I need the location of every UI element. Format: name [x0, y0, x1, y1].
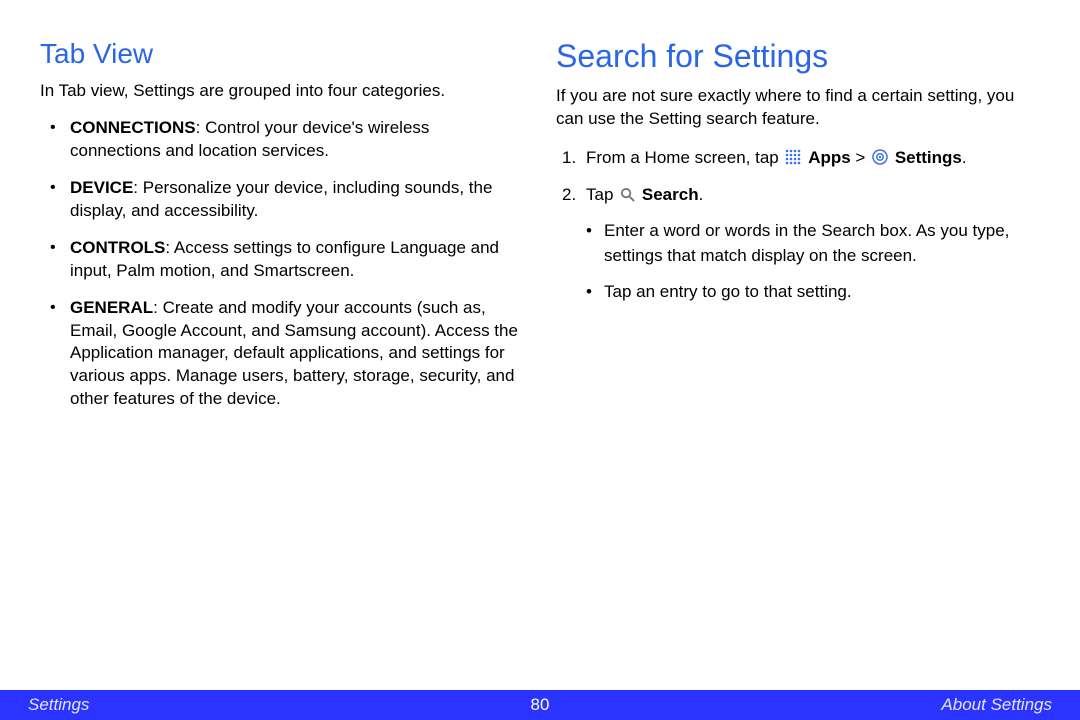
- steps-list: From a Home screen, tap Apps > Settings.…: [556, 145, 1040, 305]
- search-settings-intro: If you are not sure exactly where to fin…: [556, 85, 1040, 131]
- search-settings-heading: Search for Settings: [556, 38, 1040, 75]
- list-item: CONNECTIONS: Control your device's wirel…: [58, 117, 524, 163]
- step-text: .: [962, 148, 967, 167]
- left-column: Tab View In Tab view, Settings are group…: [40, 38, 524, 720]
- tab-view-heading: Tab View: [40, 38, 524, 70]
- settings-label: Settings: [895, 148, 962, 167]
- page-footer: Settings 80 About Settings: [0, 690, 1080, 720]
- category-label: CONNECTIONS: [70, 118, 196, 137]
- list-item: CONTROLS: Access settings to configure L…: [58, 237, 524, 283]
- footer-right: About Settings: [941, 695, 1052, 715]
- categories-list: CONNECTIONS: Control your device's wirel…: [40, 117, 524, 411]
- page-number: 80: [531, 695, 550, 715]
- search-label: Search: [642, 185, 699, 204]
- step-text: From a Home screen, tap: [586, 148, 783, 167]
- category-label: GENERAL: [70, 298, 153, 317]
- step-1: From a Home screen, tap Apps > Settings.: [574, 145, 1040, 173]
- search-icon: [620, 184, 635, 210]
- step-2: Tap Search. Enter a word or words in the…: [574, 182, 1040, 304]
- settings-gear-icon: [872, 147, 888, 173]
- right-column: Search for Settings If you are not sure …: [556, 38, 1040, 720]
- category-label: CONTROLS: [70, 238, 165, 257]
- list-item: GENERAL: Create and modify your accounts…: [58, 297, 524, 412]
- substeps-list: Enter a word or words in the Search box.…: [586, 218, 1040, 305]
- list-item: DEVICE: Personalize your device, includi…: [58, 177, 524, 223]
- apps-grid-icon: [785, 147, 801, 173]
- category-desc: : Personalize your device, including sou…: [70, 178, 492, 220]
- footer-left: Settings: [28, 695, 89, 715]
- step-text: Tap: [586, 185, 618, 204]
- manual-page: Tab View In Tab view, Settings are group…: [0, 0, 1080, 720]
- step-text: .: [699, 185, 704, 204]
- tab-view-intro: In Tab view, Settings are grouped into f…: [40, 80, 524, 103]
- category-label: DEVICE: [70, 178, 133, 197]
- step-text: >: [851, 148, 870, 167]
- substep: Enter a word or words in the Search box.…: [586, 218, 1040, 269]
- substep: Tap an entry to go to that setting.: [586, 279, 1040, 305]
- apps-label: Apps: [808, 148, 851, 167]
